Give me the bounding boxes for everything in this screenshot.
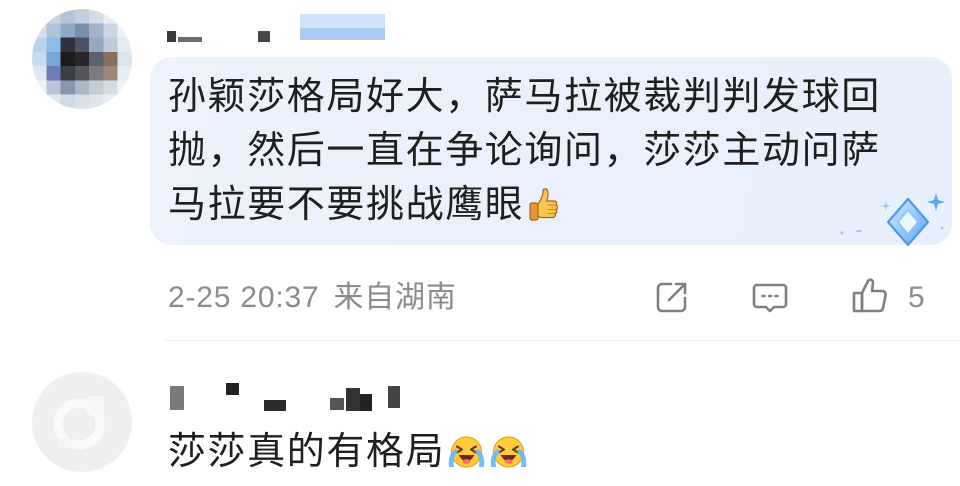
comment-meta: 2-25 20:37 来自湖南: [168, 280, 457, 316]
comment-icon: [752, 283, 788, 313]
comment-text-content: 孙颖莎格局好大，萨马拉被裁判判发球回抛，然后一直在争论询问，莎莎主动问萨马拉要不…: [168, 76, 881, 226]
comment-bubble: 孙颖莎格局好大，萨马拉被裁判判发球回抛，然后一直在争论询问，莎莎主动问萨马拉要不…: [150, 57, 952, 245]
repost-button[interactable]: [652, 277, 692, 317]
diamond-badge-icon: [840, 193, 945, 247]
like-count: 5: [908, 281, 925, 314]
thumbs-up-icon: [852, 278, 887, 313]
comment-text: 莎莎真的有格局: [168, 425, 928, 479]
divider: [165, 340, 960, 341]
thumbs-up-emoji-icon: [529, 188, 559, 221]
avatar[interactable]: [32, 372, 132, 472]
comment-item: 孙颖莎格局好大，萨马拉被裁判判发球回抛，然后一直在争论询问，莎莎主动问萨马拉要不…: [0, 0, 960, 340]
reply-button[interactable]: [750, 277, 790, 317]
username-redacted[interactable]: [160, 378, 410, 418]
comment-list: 孙颖莎格局好大，萨马拉被裁判判发球回抛，然后一直在争论询问，莎莎主动问萨马拉要不…: [0, 0, 960, 486]
comment-text: 孙颖莎格局好大，萨马拉被裁判判发球回抛，然后一直在争论询问，莎莎主动问萨马拉要不…: [168, 70, 893, 232]
comment-text-content: 莎莎真的有格局: [168, 431, 446, 473]
comment-timestamp: 2-25 20:37: [168, 281, 320, 314]
crying-laughing-emoji-icon: [448, 436, 485, 468]
comment-location: 来自湖南: [333, 281, 457, 314]
crying-laughing-emoji-icon: [490, 436, 527, 468]
share-icon: [656, 282, 687, 313]
avatar[interactable]: [32, 9, 132, 109]
username-redacted[interactable]: [160, 10, 400, 46]
like-button[interactable]: [849, 275, 891, 317]
